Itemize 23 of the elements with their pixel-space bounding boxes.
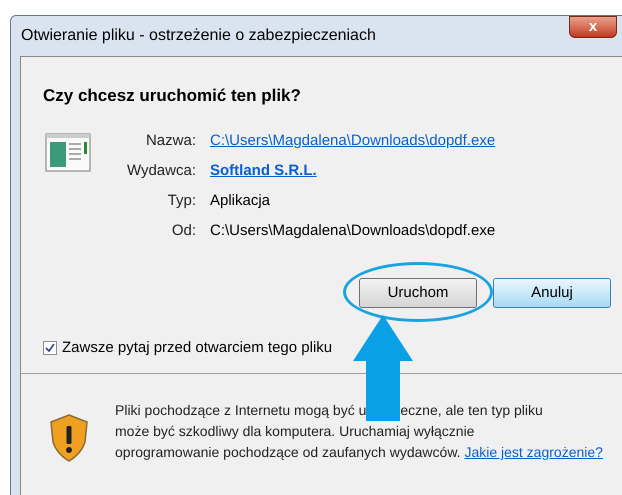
link[interactable]: Softland S.R.L.	[210, 161, 496, 180]
checkbox[interactable]	[43, 341, 57, 356]
warning-text: Pliki pochodzące z Internetu mogą być u	[115, 401, 366, 420]
warning-text: eczne, ale ten typ pliku	[400, 401, 543, 420]
dialog-button[interactable]: Uruchom	[359, 278, 477, 308]
application-icon	[45, 133, 91, 173]
checkbox-label: Zawsze pytaj przed otwarciem tego pliku	[62, 338, 332, 358]
field-value: Aplikacja	[210, 191, 272, 210]
field-label: Wydawca:	[126, 161, 196, 180]
link[interactable]: C:\Users\Magdalena\Downloads\dopdf.exe	[210, 131, 496, 150]
warning-text: może być szkodliwy dla komputera. Uruchamiaj wyłącznie	[115, 422, 474, 441]
window-title: Otwieranie pliku - ostrzeżenie o zabezpieczeniach	[21, 26, 376, 46]
question-heading: Czy chcesz uruchomić ten plik?	[43, 85, 301, 107]
field-value: C:\Users\Magdalena\Downloads\dopdf.exe	[210, 221, 496, 240]
warning-shield-icon	[49, 414, 89, 462]
field-label: Od:	[170, 221, 196, 240]
check-icon	[45, 343, 55, 354]
warning-text: oprogramowanie pochodzące od zaufanych wydawców.	[115, 444, 461, 460]
dialog-button[interactable]: Anuluj	[493, 278, 611, 308]
risk-link[interactable]: Jakie jest zagrożenie?	[464, 444, 603, 460]
field-label: Typ:	[166, 191, 196, 210]
close-button[interactable]: x	[569, 16, 617, 38]
field-label: Nazwa:	[144, 131, 196, 150]
